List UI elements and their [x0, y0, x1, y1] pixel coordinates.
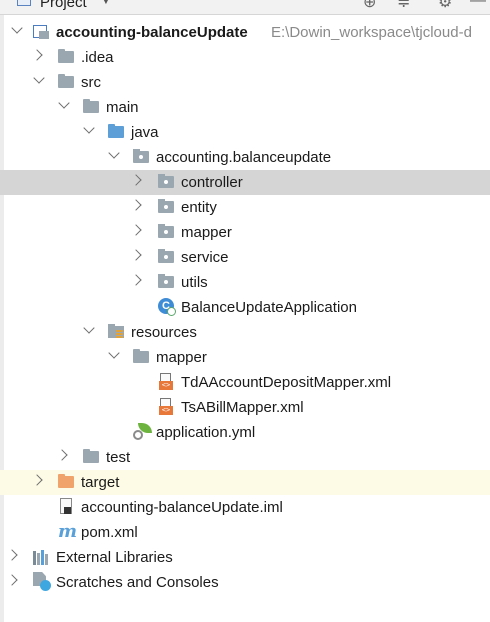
chevron-right-icon[interactable] — [31, 49, 43, 61]
mapper-resource-folder-label: mapper — [156, 349, 207, 366]
xml-file-label: TsABillMapper.xml — [181, 399, 304, 416]
maven-icon: m — [58, 521, 78, 542]
spring-boot-class-icon: C — [158, 298, 176, 316]
app-class-label: BalanceUpdateApplication — [181, 299, 357, 316]
xml-file-icon: <> — [159, 398, 173, 415]
panel-title[interactable]: Project — [40, 0, 87, 11]
external-libraries-label: External Libraries — [56, 549, 173, 566]
tree-row-service[interactable]: service — [0, 245, 490, 270]
chevron-right-icon[interactable] — [6, 574, 18, 586]
iml-file-icon — [60, 498, 74, 515]
folder-icon — [83, 99, 100, 114]
root-module-path: E:\Dowin_workspace\tjcloud-d — [271, 24, 472, 41]
chevron-right-icon[interactable] — [130, 249, 142, 261]
package-icon — [158, 249, 175, 264]
folder-icon — [83, 449, 100, 464]
collapse-icon[interactable]: ≑ — [397, 0, 410, 12]
test-folder-label: test — [106, 449, 131, 466]
library-icon — [33, 549, 51, 565]
chevron-down-icon[interactable]: ▼ — [100, 0, 112, 7]
chevron-right-icon[interactable] — [31, 474, 43, 486]
java-folder-label: java — [131, 124, 159, 141]
pom-file-label: pom.xml — [81, 524, 138, 541]
tree-row-test[interactable]: test — [0, 445, 490, 470]
minimize-icon[interactable]: — — [470, 0, 486, 10]
chevron-down-icon[interactable] — [11, 22, 23, 34]
tree-row-yml[interactable]: application.yml — [0, 420, 490, 445]
spring-yml-icon — [133, 423, 153, 441]
tree-row-mapper-res[interactable]: mapper — [0, 345, 490, 370]
tree-row-iml[interactable]: accounting-balanceUpdate.iml — [0, 495, 490, 520]
scratches-label: Scratches and Consoles — [56, 574, 219, 591]
chevron-right-icon[interactable] — [6, 549, 18, 561]
tree-row-src[interactable]: src — [0, 70, 490, 95]
tree-row-app-class[interactable]: C BalanceUpdateApplication — [0, 295, 490, 320]
root-module-label: accounting-balanceUpdate — [56, 24, 248, 41]
tree-row-entity[interactable]: entity — [0, 195, 490, 220]
tree-row-pom[interactable]: m pom.xml — [0, 520, 490, 545]
tree-row-xml1[interactable]: <> TdAAccountDepositMapper.xml — [0, 370, 490, 395]
xml-file-label: TdAAccountDepositMapper.xml — [181, 374, 392, 391]
tree-row-resources[interactable]: resources — [0, 320, 490, 345]
mapper-package-label: mapper — [181, 224, 232, 241]
target-icon[interactable]: ⊕ — [363, 0, 376, 12]
tree-row-main[interactable]: main — [0, 95, 490, 120]
folder-icon — [58, 49, 75, 64]
tree-row-package[interactable]: accounting.balanceupdate — [0, 145, 490, 170]
idea-folder-label: .idea — [81, 49, 114, 66]
package-icon — [133, 149, 150, 164]
scratches-icon — [33, 572, 53, 592]
folder-icon — [133, 349, 150, 364]
tree-row-java[interactable]: java — [0, 120, 490, 145]
resources-folder-label: resources — [131, 324, 197, 341]
utils-package-label: utils — [181, 274, 208, 291]
iml-file-label: accounting-balanceUpdate.iml — [81, 499, 283, 516]
tree-row-target[interactable]: target — [0, 470, 490, 495]
gear-icon[interactable]: ⚙ — [438, 0, 452, 12]
controller-package-label: controller — [181, 174, 243, 191]
package-icon — [158, 199, 175, 214]
project-icon — [17, 0, 31, 6]
package-icon — [158, 274, 175, 289]
resources-folder-icon — [108, 324, 125, 339]
service-package-label: service — [181, 249, 229, 266]
chevron-down-icon[interactable] — [108, 147, 120, 159]
chevron-right-icon[interactable] — [130, 174, 142, 186]
src-folder-label: src — [81, 74, 101, 91]
entity-package-label: entity — [181, 199, 217, 216]
tree-row-idea[interactable]: .idea — [0, 45, 490, 70]
chevron-down-icon[interactable] — [83, 122, 95, 134]
yml-file-label: application.yml — [156, 424, 256, 441]
xml-file-icon: <> — [159, 373, 173, 390]
package-icon — [158, 224, 175, 239]
chevron-right-icon[interactable] — [130, 224, 142, 236]
folder-icon — [58, 74, 75, 89]
tree-row-root[interactable]: accounting-balanceUpdate E:\Dowin_worksp… — [0, 20, 490, 45]
chevron-right-icon[interactable] — [130, 274, 142, 286]
package-label: accounting.balanceupdate — [156, 149, 332, 166]
tree-row-mapper-pkg[interactable]: mapper — [0, 220, 490, 245]
project-panel-header: Project ▼ ⊕ ≑ ⚙ — — [0, 0, 490, 15]
module-icon — [33, 24, 50, 39]
tree-row-xml2[interactable]: <> TsABillMapper.xml — [0, 395, 490, 420]
chevron-down-icon[interactable] — [33, 72, 45, 84]
main-folder-label: main — [106, 99, 139, 116]
package-icon — [158, 174, 175, 189]
chevron-right-icon[interactable] — [130, 199, 142, 211]
tree-row-controller[interactable]: controller — [0, 170, 490, 195]
chevron-down-icon[interactable] — [83, 322, 95, 334]
tree-row-scratches[interactable]: Scratches and Consoles — [0, 570, 490, 595]
chevron-down-icon[interactable] — [108, 347, 120, 359]
chevron-right-icon[interactable] — [56, 449, 68, 461]
tree-row-utils[interactable]: utils — [0, 270, 490, 295]
target-folder-label: target — [81, 474, 120, 491]
excluded-folder-icon — [58, 474, 75, 489]
source-folder-icon — [108, 124, 125, 139]
chevron-down-icon[interactable] — [58, 97, 70, 109]
tree-row-external-libraries[interactable]: External Libraries — [0, 545, 490, 570]
